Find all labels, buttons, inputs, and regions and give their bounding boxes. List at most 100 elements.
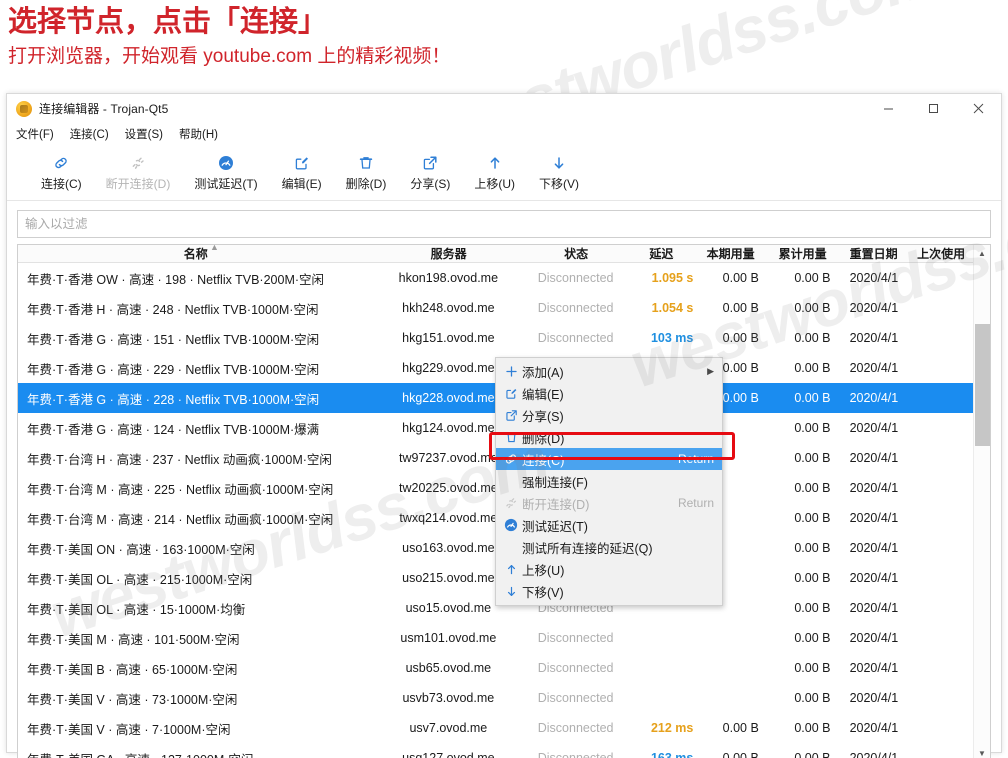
cell-total: 0.00 B	[794, 631, 831, 645]
table-row[interactable]: 年费·T·美国 V · 高速 · 73·1000M·空闲 usvb73.ovod.…	[18, 683, 973, 713]
cell-name: 年费·T·香港 H · 高速 · 248 · Netflix TVB·1000M…	[27, 302, 319, 317]
chevron-right-icon: ▶	[707, 365, 714, 376]
cell-server: usm101.ovod.me	[400, 631, 497, 645]
vertical-scrollbar[interactable]: ▲ ▼	[973, 245, 990, 758]
toolbar-move-up-button[interactable]: 上移(U)	[462, 148, 527, 198]
column-header-reset-date[interactable]: 重置日期	[838, 245, 909, 262]
column-header-name[interactable]: 名称	[18, 245, 373, 262]
toolbar-latency-test-button[interactable]: 测试延迟(T)	[182, 148, 269, 198]
toolbar-move-down-button[interactable]: 下移(V)	[527, 148, 591, 198]
context-menu-item[interactable]: 删除(D)	[496, 426, 722, 448]
toolbar-delete-button[interactable]: 删除(D)	[334, 148, 399, 198]
cell-status: Disconnected	[537, 301, 614, 315]
share-icon	[422, 154, 438, 172]
toolbar: 连接(C) 断开连接(D) 测试延迟(T) 编辑(E) 删除(D) 分享(S) …	[7, 145, 1001, 201]
cell-latency: 163 ms	[650, 751, 694, 758]
caret-down-icon[interactable]: ▼	[974, 745, 991, 758]
cell-name: 年费·T·美国 OL · 高速 · 215·1000M·空闲	[27, 572, 253, 587]
maximize-icon[interactable]	[911, 94, 956, 123]
toolbar-delete-label: 删除(D)	[345, 176, 387, 191]
toolbar-edit-label: 编辑(E)	[281, 176, 322, 191]
app-icon	[16, 100, 32, 117]
context-menu-item[interactable]: 测试所有连接的延迟(Q)	[496, 536, 722, 558]
cell-name: 年费·T·香港 G · 高速 · 228 · Netflix TVB·1000M…	[27, 392, 320, 407]
cell-total: 0.00 B	[794, 331, 831, 345]
toolbar-share-button[interactable]: 分享(S)	[398, 148, 462, 198]
context-menu-item[interactable]: 下移(V)	[496, 580, 722, 602]
close-icon[interactable]	[956, 94, 1001, 123]
column-header-latency[interactable]: 延迟	[629, 245, 695, 262]
toolbar-share-label: 分享(S)	[410, 176, 451, 191]
cell-total: 0.00 B	[794, 451, 831, 465]
cell-total: 0.00 B	[794, 601, 831, 615]
toolbar-disconnect-label: 断开连接(D)	[105, 176, 171, 191]
promo-banner: 选择节点，点击「连接」 打开浏览器，开始观看 youtube.com 上的精彩视…	[8, 6, 450, 70]
table-row[interactable]: 年费·T·香港 G · 高速 · 151 · Netflix TVB·1000M…	[18, 323, 973, 353]
cell-reset: 2020/4/1	[849, 601, 899, 615]
context-menu-item-label: 上移(U)	[522, 563, 565, 578]
context-menu-item[interactable]: 强制连接(F)	[496, 470, 722, 492]
menu-settings[interactable]: 设置(S)	[125, 124, 172, 144]
cell-name: 年费·T·台湾 M · 高速 · 225 · Netflix 动画疯·1000M…	[27, 482, 334, 497]
toolbar-edit-button[interactable]: 编辑(E)	[270, 148, 334, 198]
cell-reset: 2020/4/1	[849, 541, 899, 555]
arrow-up-icon	[487, 154, 503, 172]
toolbar-latency-test-label: 测试延迟(T)	[194, 176, 258, 191]
column-header-server[interactable]: 服务器	[373, 245, 523, 262]
caret-up-icon[interactable]: ▲	[974, 245, 991, 262]
cell-server: usvb73.ovod.me	[402, 691, 495, 705]
context-menu-item[interactable]: 分享(S)	[496, 404, 722, 426]
cell-server: usg127.ovod.me	[402, 751, 495, 758]
context-menu-item-accelerator: Return	[677, 452, 714, 466]
context-menu-item[interactable]: 添加(A) ▶	[496, 360, 722, 382]
cell-usage: 0.00 B	[722, 331, 759, 345]
menu-connect[interactable]: 连接(C)	[70, 124, 118, 144]
trash-icon	[358, 154, 374, 172]
cell-server: usb65.ovod.me	[405, 661, 492, 675]
context-menu-item[interactable]: 测试延迟(T)	[496, 514, 722, 536]
promo-subline: 打开浏览器，开始观看 youtube.com 上的精彩视频！	[8, 46, 451, 68]
minimize-icon[interactable]	[866, 94, 911, 123]
table-row[interactable]: 年费·T·香港 OW · 高速 · 198 · Netflix TVB·200M…	[18, 263, 973, 293]
cell-name: 年费·T·美国 GA · 高速 · 127·1000M·空闲	[18, 749, 373, 758]
scrollbar-track[interactable]	[974, 262, 991, 745]
filter-input[interactable]	[17, 210, 991, 238]
toolbar-disconnect-button[interactable]: 断开连接(D)	[94, 148, 183, 198]
context-menu-item[interactable]: 上移(U)	[496, 558, 722, 580]
cell-status: Disconnected	[537, 661, 614, 675]
unlink-icon	[130, 154, 146, 172]
context-menu-item[interactable]: 连接(C) Return	[496, 448, 722, 470]
window-title: 连接编辑器 - Trojan-Qt5	[39, 102, 169, 116]
column-header-total-usage[interactable]: 累计用量	[767, 245, 838, 262]
toolbar-connect-button[interactable]: 连接(C)	[29, 148, 94, 198]
toolbar-move-down-label: 下移(V)	[539, 176, 580, 191]
cell-reset: 2020/4/1	[849, 721, 899, 735]
column-header-period-usage[interactable]: 本期用量	[694, 245, 767, 262]
cell-reset: 2020/4/1	[849, 751, 899, 758]
link-icon	[53, 154, 69, 172]
edit-icon	[500, 387, 522, 400]
cell-usage: 0.00 B	[722, 721, 759, 735]
column-header-last-used[interactable]: 上次使用	[909, 245, 973, 262]
context-menu-item-label: 删除(D)	[522, 431, 565, 446]
table-header-row: 名称 服务器 状态 延迟 本期用量 累计用量 重置日期 上次使用 ▲	[18, 245, 973, 263]
cell-name: 年费·T·香港 G · 高速 · 151 · Netflix TVB·1000M…	[27, 332, 320, 347]
cell-reset: 2020/4/1	[849, 481, 899, 495]
table-row[interactable]: 年费·T·美国 M · 高速 · 101·500M·空闲 usm101.ovod.…	[18, 623, 973, 653]
table-row[interactable]: 年费·T·美国 GA · 高速 · 127·1000M·空闲 usg127.ovo…	[18, 743, 973, 758]
context-menu-item-accelerator: Return	[677, 496, 714, 510]
table-row[interactable]: 年费·T·美国 B · 高速 · 65·1000M·空闲 usb65.ovod.m…	[18, 653, 973, 683]
cell-total: 0.00 B	[794, 391, 831, 405]
cell-total: 0.00 B	[794, 721, 831, 735]
menu-help[interactable]: 帮助(H)	[179, 124, 227, 144]
plus-icon	[500, 365, 522, 378]
cell-total: 0.00 B	[794, 751, 831, 758]
table-row[interactable]: 年费·T·美国 V · 高速 · 7·1000M·空闲 usv7.ovod.me D…	[18, 713, 973, 743]
arrow-down-icon	[500, 585, 522, 598]
scrollbar-thumb[interactable]	[974, 324, 990, 446]
menu-file[interactable]: 文件(F)	[16, 124, 63, 144]
cell-total: 0.00 B	[794, 421, 831, 435]
table-row[interactable]: 年费·T·香港 H · 高速 · 248 · Netflix TVB·1000M…	[18, 293, 973, 323]
context-menu-item[interactable]: 编辑(E)	[496, 382, 722, 404]
column-header-status[interactable]: 状态	[524, 245, 629, 262]
